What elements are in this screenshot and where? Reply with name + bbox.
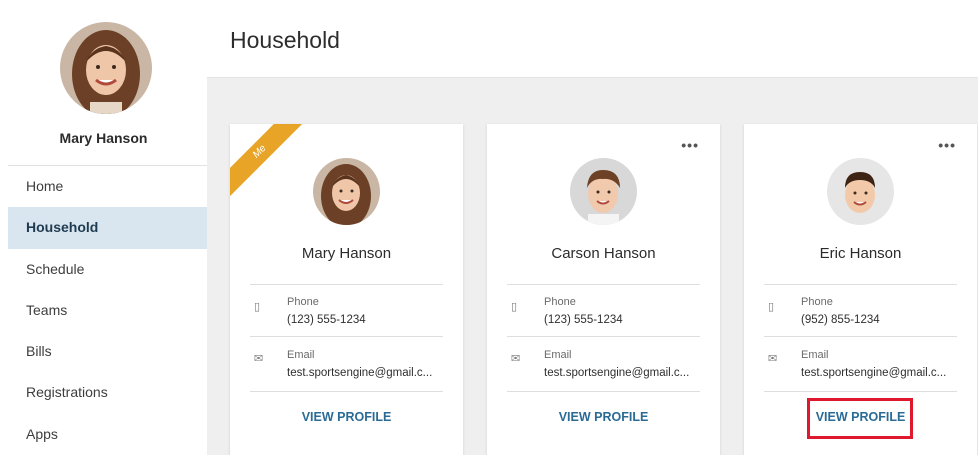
- email-label: Email: [287, 349, 315, 361]
- page-header: Household: [207, 0, 978, 78]
- sidebar-item-home[interactable]: Home: [8, 166, 207, 207]
- envelope-icon: ✉: [768, 353, 778, 365]
- sidebar-item-household[interactable]: Household: [8, 207, 207, 249]
- phone-label: Phone: [287, 296, 319, 308]
- more-options-icon[interactable]: •••: [681, 137, 699, 153]
- sidebar-item-apps[interactable]: Apps: [8, 414, 207, 455]
- phone-label: Phone: [544, 296, 576, 308]
- page-title: Household: [230, 27, 340, 53]
- member-card: Me Mary Hanson ▯ Phone (123) 555-1234 ✉ …: [230, 124, 463, 455]
- phone-label: Phone: [801, 296, 833, 308]
- member-name: Eric Hanson: [819, 245, 902, 262]
- sidebar-item-registrations[interactable]: Registrations: [8, 372, 207, 413]
- view-profile-button[interactable]: VIEW PROFILE: [230, 410, 463, 424]
- sidebar-item-teams[interactable]: Teams: [8, 290, 207, 331]
- envelope-icon: ✉: [511, 353, 521, 365]
- sidebar-item-schedule[interactable]: Schedule: [8, 249, 207, 290]
- member-avatar: [570, 158, 637, 225]
- divider: [764, 284, 957, 285]
- more-options-icon[interactable]: •••: [938, 137, 956, 153]
- sidebar: Mary Hanson Home Household Schedule Team…: [0, 0, 207, 455]
- phone-value: (123) 555-1234: [544, 314, 623, 326]
- divider: [507, 391, 700, 392]
- main-content: Household Me Mary Hanson ▯ Phone (123) 5…: [207, 0, 978, 455]
- email-value: test.sportsengine@gmail.c...: [287, 367, 433, 379]
- envelope-icon: ✉: [254, 353, 264, 365]
- email-value: test.sportsengine@gmail.c...: [801, 367, 947, 379]
- email-label: Email: [801, 349, 829, 361]
- divider: [250, 336, 443, 337]
- sidebar-nav: Home Household Schedule Teams Bills Regi…: [8, 166, 207, 455]
- member-name: Carson Hanson: [551, 245, 656, 262]
- view-profile-button[interactable]: VIEW PROFILE: [487, 410, 720, 424]
- phone-value: (952) 855-1234: [801, 314, 880, 326]
- phone-icon: ▯: [768, 301, 775, 313]
- user-name: Mary Hanson: [59, 130, 148, 146]
- divider: [250, 284, 443, 285]
- user-avatar[interactable]: [60, 22, 152, 114]
- phone-icon: ▯: [254, 301, 261, 313]
- member-card: Eric Hanson ▯ Phone (952) 855-1234 ✉ Ema…: [744, 124, 977, 455]
- me-ribbon: Me: [230, 124, 317, 209]
- divider: [764, 391, 957, 392]
- email-value: test.sportsengine@gmail.c...: [544, 367, 690, 379]
- divider: [507, 336, 700, 337]
- member-name: Mary Hanson: [301, 245, 392, 262]
- email-label: Email: [544, 349, 572, 361]
- sidebar-item-bills[interactable]: Bills: [8, 331, 207, 372]
- member-avatar: [827, 158, 894, 225]
- member-avatar: [313, 158, 380, 225]
- divider: [250, 391, 443, 392]
- divider: [507, 284, 700, 285]
- member-card: Carson Hanson ▯ Phone (123) 555-1234 ✉ E…: [487, 124, 720, 455]
- divider: [764, 336, 957, 337]
- view-profile-button[interactable]: VIEW PROFILE: [744, 410, 977, 424]
- phone-icon: ▯: [511, 301, 518, 313]
- phone-value: (123) 555-1234: [287, 314, 366, 326]
